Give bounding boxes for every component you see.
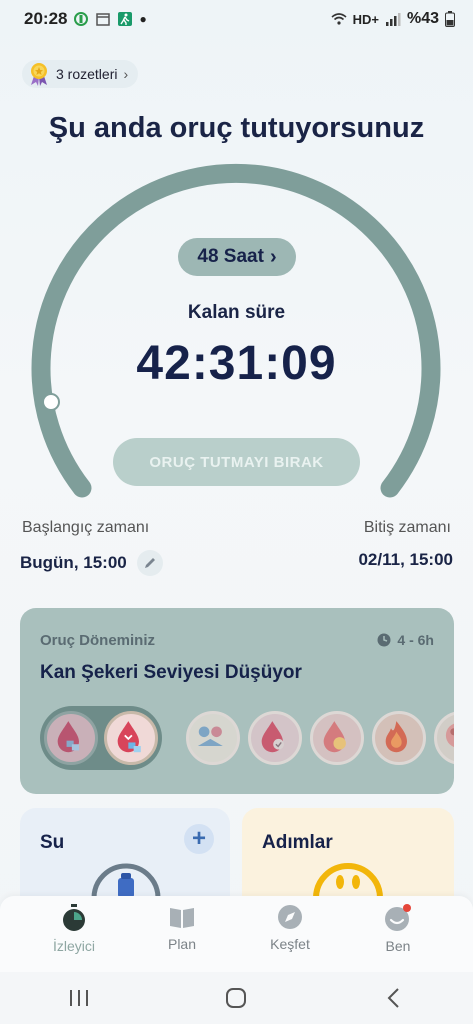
- battery-icon: [445, 11, 455, 27]
- edit-start-time-button[interactable]: [136, 550, 163, 576]
- nav-plan-label: Plan: [167, 936, 197, 952]
- phase-label: Oruç Döneminiz: [40, 632, 156, 649]
- fat-burning-drop-icon[interactable]: [248, 711, 302, 765]
- ketosis-icon[interactable]: [310, 711, 364, 765]
- start-time-value: Bugün, 15:00: [20, 553, 127, 572]
- water-title: Su: [40, 832, 65, 853]
- phase-time-value: 4 - 6h: [397, 632, 434, 648]
- phase-title: Kan Şekeri Seviyesi Düşüyor: [40, 662, 302, 683]
- remaining-label: Kalan süre: [187, 302, 286, 323]
- status-time: 20:28: [24, 9, 68, 28]
- water-bottle-ring: [91, 863, 161, 898]
- more-notifications-dot: ●: [139, 12, 147, 26]
- end-time-value: 02/11, 15:00: [358, 550, 453, 569]
- start-time-value-row: Bugün, 15:00: [20, 550, 163, 576]
- stop-fasting-button[interactable]: ORUÇ TUTMAYI BIRAK: [113, 438, 360, 486]
- back-icon[interactable]: [383, 987, 405, 1009]
- badges-button[interactable]: 3 rozetleri ›: [22, 60, 139, 88]
- book-icon: [170, 908, 194, 928]
- bottom-navigation: İzleyici Plan Keşfet Ben: [0, 896, 473, 972]
- system-navigation-bar: [0, 972, 473, 1024]
- nav-me-label: Ben: [385, 938, 411, 954]
- chevron-right-icon: ›: [123, 66, 129, 82]
- badges-label: 3 rozetleri: [56, 66, 118, 82]
- autophagy-icon[interactable]: [434, 711, 454, 765]
- steps-title: Adımlar: [262, 832, 333, 853]
- battery-percent: %43: [406, 10, 439, 27]
- app-notification-icon: [74, 12, 89, 26]
- network-type: HD+: [352, 11, 379, 27]
- nav-tracker-label: İzleyici: [52, 938, 95, 954]
- nav-plan[interactable]: Plan: [142, 904, 222, 952]
- stopwatch-icon: [63, 904, 85, 931]
- blood-sugar-falling-icon[interactable]: [104, 711, 158, 765]
- fasting-duration-label: 48 Saat: [197, 246, 264, 267]
- progress-marker: [42, 393, 60, 411]
- add-water-button[interactable]: +: [184, 824, 214, 854]
- end-time-label: Bitiş zamanı: [363, 519, 451, 536]
- status-right: HD+ %43: [331, 10, 455, 28]
- start-time-label: Başlangıç zamanı: [22, 519, 150, 536]
- page-title: Şu anda oruç tutuyorsunuz: [48, 112, 425, 144]
- profile-icon: [385, 904, 411, 931]
- clock-icon: [377, 633, 391, 647]
- pencil-icon: [144, 558, 155, 568]
- phase-stages: [40, 706, 454, 770]
- steps-ring: [313, 863, 383, 898]
- fire-icon[interactable]: [372, 711, 426, 765]
- walking-notification-icon: [118, 12, 133, 26]
- nav-tracker[interactable]: İzleyici: [34, 904, 114, 954]
- recent-apps-icon[interactable]: [68, 988, 90, 1008]
- nav-me[interactable]: Ben: [358, 904, 438, 954]
- plus-icon: +: [191, 825, 206, 852]
- compass-icon: [278, 905, 302, 929]
- status-left: 20:28 ●: [24, 9, 147, 29]
- fasting-duration-button[interactable]: 48 Saat ›: [178, 238, 296, 276]
- fasting-phase-card[interactable]: Oruç Döneminiz 4 - 6h Kan Şekeri Seviyes…: [20, 608, 454, 794]
- phase-time: 4 - 6h: [377, 632, 434, 648]
- wifi-icon: [331, 13, 347, 25]
- remaining-time: 42:31:09: [136, 337, 337, 390]
- insulin-drop-icon[interactable]: [186, 711, 240, 765]
- chevron-right-icon: ›: [269, 245, 277, 268]
- nav-explore[interactable]: Keşfet: [250, 904, 330, 952]
- status-bar: 20:28 ● HD+ %43: [0, 0, 473, 38]
- signal-icon: [385, 13, 401, 26]
- blood-sugar-rising-icon[interactable]: [44, 711, 98, 765]
- home-icon[interactable]: [225, 987, 247, 1009]
- calendar-notification-icon: [96, 13, 111, 26]
- medal-icon: [31, 63, 47, 86]
- nav-explore-label: Keşfet: [270, 936, 310, 952]
